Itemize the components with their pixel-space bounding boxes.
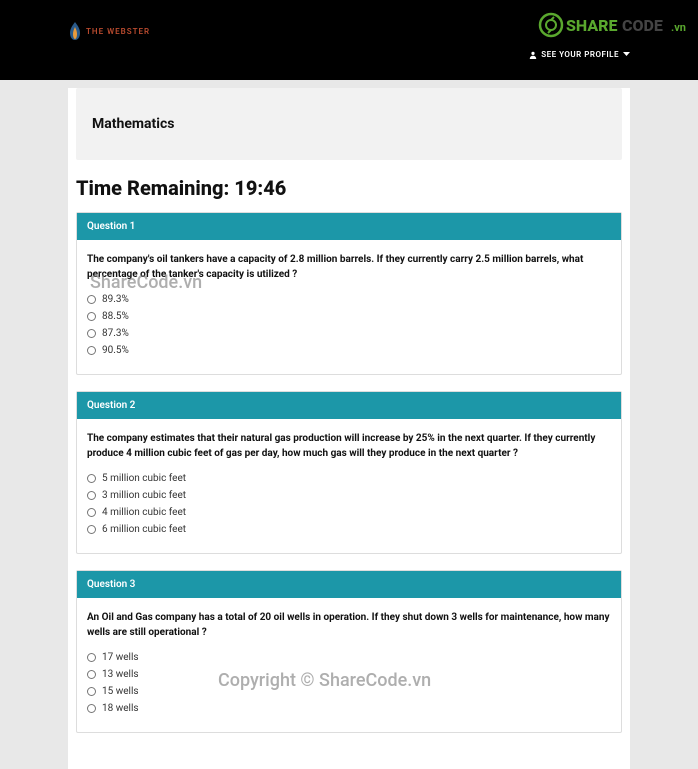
logo[interactable]: THE WEBSTER [68,22,150,40]
question-card: Question 1 The company's oil tankers have… [76,212,622,375]
profile-link-label: SEE YOUR PROFILE [541,50,619,59]
answer-label: 3 million cubic feet [102,490,186,501]
question-card: Question 2 The company estimates that the… [76,391,622,554]
answer-radio[interactable] [87,508,96,517]
question-header: Question 2 [77,392,621,419]
answer-option[interactable]: 15 wells [87,686,611,697]
user-icon [529,51,537,59]
answer-option[interactable]: 6 million cubic feet [87,524,611,535]
app-header: THE WEBSTER SHARE CODE .vn SEE YOUR PROF… [0,0,698,80]
answer-radio[interactable] [87,474,96,483]
answer-option[interactable]: 3 million cubic feet [87,490,611,501]
answer-label: 90.5% [102,345,129,356]
answer-option[interactable]: 89.3% [87,294,611,305]
answer-radio[interactable] [87,704,96,713]
question-text: The company estimates that their natural… [87,431,611,461]
question-list: Question 1 The company's oil tankers have… [76,212,622,733]
question-header: Question 3 [77,571,621,598]
question-header: Question 1 [77,213,621,240]
subject-title: Mathematics [92,116,606,132]
answer-radio[interactable] [87,346,96,355]
answer-label: 18 wells [102,703,139,714]
answer-radio[interactable] [87,687,96,696]
question-body: The company estimates that their natural… [77,419,621,553]
question-text: The company's oil tankers have a capacit… [87,252,611,282]
svg-text:CODE: CODE [622,16,663,35]
subject-card: Mathematics [76,88,622,160]
answer-option[interactable]: 17 wells [87,652,611,663]
answer-option[interactable]: 18 wells [87,703,611,714]
svg-text:.vn: .vn [671,21,686,34]
answer-option[interactable]: 87.3% [87,328,611,339]
main-content: Mathematics Time Remaining: 19:46 Questi… [68,88,630,769]
answer-label: 88.5% [102,311,129,322]
answer-label: 6 million cubic feet [102,524,186,535]
sharecode-badge: SHARE CODE .vn [538,10,688,44]
question-body: The company's oil tankers have a capacit… [77,240,621,374]
logo-text: THE WEBSTER [86,27,150,36]
answer-option[interactable]: 4 million cubic feet [87,507,611,518]
answer-option[interactable]: 13 wells [87,669,611,680]
answer-radio[interactable] [87,491,96,500]
profile-link[interactable]: SEE YOUR PROFILE [529,50,630,59]
answer-label: 13 wells [102,669,139,680]
answer-radio[interactable] [87,312,96,321]
question-body: An Oil and Gas company has a total of 20… [77,598,621,732]
answer-radio[interactable] [87,295,96,304]
svg-text:SHARE: SHARE [566,16,618,35]
answer-option[interactable]: 88.5% [87,311,611,322]
question-text: An Oil and Gas company has a total of 20… [87,610,611,640]
answer-label: 17 wells [102,652,139,663]
answer-label: 4 million cubic feet [102,507,186,518]
answer-radio[interactable] [87,653,96,662]
chevron-down-icon [623,52,630,57]
answer-label: 15 wells [102,686,139,697]
answer-label: 87.3% [102,328,129,339]
flame-icon [68,22,82,40]
answer-radio[interactable] [87,670,96,679]
answer-label: 5 million cubic feet [102,473,186,484]
question-card: Question 3 An Oil and Gas company has a t… [76,570,622,733]
timer: Time Remaining: 19:46 [76,176,622,200]
answer-option[interactable]: 90.5% [87,345,611,356]
answer-label: 89.3% [102,294,129,305]
answer-radio[interactable] [87,525,96,534]
answer-radio[interactable] [87,329,96,338]
answer-option[interactable]: 5 million cubic feet [87,473,611,484]
